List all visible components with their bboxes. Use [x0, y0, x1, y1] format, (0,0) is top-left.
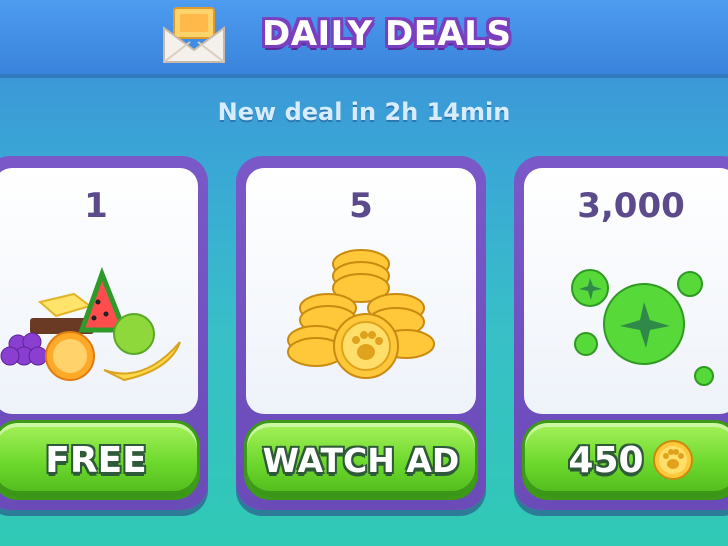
free-button-label: FREE: [45, 439, 147, 481]
deal-quantity: 1: [84, 186, 108, 226]
green-plane-bubbles-icon: [571, 269, 714, 386]
paw-coin-stack-icon: [287, 249, 435, 379]
free-button[interactable]: FREE: [0, 420, 200, 500]
envelope-icon: [163, 7, 225, 63]
price-label: 450: [568, 439, 644, 481]
deal-card-panel: 1: [0, 168, 198, 414]
header-bar: DAILY DEALS: [0, 0, 728, 74]
deal-quantity: 3,000: [577, 186, 685, 226]
watch-ad-button[interactable]: WATCH AD: [244, 420, 478, 500]
countdown-text: New deal in 2h 14min: [217, 98, 511, 126]
deal-quantity: 5: [349, 186, 373, 226]
buy-with-coins-button[interactable]: 450: [522, 420, 728, 500]
watch-ad-button-label: WATCH AD: [262, 440, 460, 480]
paw-coin-icon: [652, 440, 693, 480]
deal-card-coins: 5 WATCH AD: [236, 156, 486, 510]
deal-card-panel: 3,000: [524, 168, 728, 414]
deal-card-panel: 5: [246, 168, 476, 414]
deal-card-planes: 3,000 450: [514, 156, 728, 510]
fruit-basket-icon: [0, 266, 181, 382]
page-title: DAILY DEALS: [262, 14, 512, 54]
deal-card-fruit: 1 FREE: [0, 156, 208, 510]
